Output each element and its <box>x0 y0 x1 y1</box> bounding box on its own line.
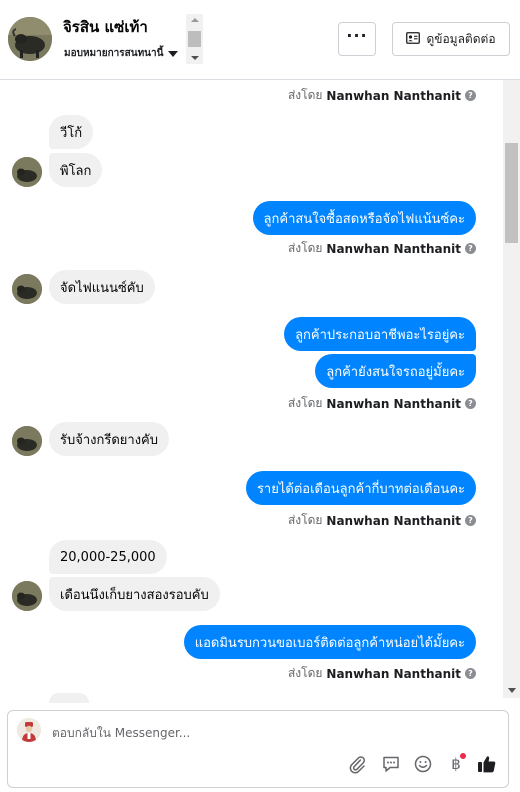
scroll-down-arrow-icon[interactable] <box>508 688 516 693</box>
incoming-message[interactable]: พิโลก <box>49 153 103 187</box>
caret-down-icon <box>168 50 179 57</box>
sender-name: Nanwhan Nanthanit <box>326 396 461 411</box>
outgoing-message[interactable]: ลูกค้ายังสนใจรถอยู่มั้ยคะ <box>315 354 476 388</box>
contact-avatar-small[interactable] <box>12 581 42 611</box>
contact-name[interactable]: จิรสิน แซ่เท้า <box>63 15 148 39</box>
sent-by-prefix: ส่งโดย <box>287 88 323 102</box>
incoming-message[interactable]: วีโก้ <box>49 115 94 149</box>
info-icon[interactable]: ? <box>465 243 476 254</box>
incoming-message[interactable]: รับจ้างกรีดยางคับ <box>49 422 170 456</box>
info-icon[interactable]: ? <box>465 515 476 526</box>
outgoing-message[interactable]: ลูกค้าสนใจซื้อสดหรือจัดไฟแน้นซ์คะ <box>252 201 476 235</box>
assign-conversation-dropdown[interactable]: มอบหมายการสนทนานี้ <box>64 46 179 61</box>
scrollbar-thumb[interactable] <box>188 31 201 47</box>
incoming-message[interactable]: จัดไฟแนนซ์คับ <box>49 270 155 304</box>
sent-by-label: ส่งโดย Nanwhan Nanthanit ? <box>288 239 476 258</box>
outgoing-message[interactable]: รายได้ต่อเดือนลูกค้ากี่บาทต่อเดือนคะ <box>245 471 476 505</box>
paperclip-icon[interactable] <box>346 753 368 775</box>
outgoing-message[interactable]: แอดมินรบกวนขอเบอร์ติดต่อลูกค้าหน่อยได้มั… <box>183 625 476 659</box>
scrollbar-thumb[interactable] <box>505 143 518 243</box>
scroll-down-arrow-icon[interactable] <box>191 56 199 60</box>
conversation-header: จิรสิน แซ่เท้า มอบหมายการสนทนานี้ ··· ดู… <box>0 0 520 80</box>
view-contact-info-button[interactable]: ดูข้อมูลติดต่อ <box>392 22 510 56</box>
info-icon[interactable]: ? <box>465 90 476 101</box>
contact-card-icon <box>406 31 421 47</box>
baht-payment-icon[interactable]: ฿ <box>445 753 467 775</box>
reply-composer: ฿ <box>7 710 509 788</box>
contact-avatar[interactable] <box>8 17 52 61</box>
contact-avatar-small[interactable] <box>12 426 42 456</box>
sender-name: Nanwhan Nanthanit <box>326 666 461 681</box>
reply-input[interactable] <box>52 722 472 744</box>
sent-by-label: ส่งโดย Nanwhan Nanthanit ? <box>288 394 476 413</box>
sender-name: Nanwhan Nanthanit <box>326 241 461 256</box>
contact-avatar-small[interactable] <box>12 274 42 304</box>
sent-by-prefix: ส่งโดย <box>287 513 323 527</box>
notification-dot <box>460 753 466 759</box>
assign-label: มอบหมายการสนทนานี้ <box>64 48 164 59</box>
sender-name: Nanwhan Nanthanit <box>326 88 461 103</box>
partial-message-bubble <box>49 693 89 703</box>
saved-reply-icon[interactable] <box>380 753 402 775</box>
page-avatar <box>17 718 41 742</box>
info-icon[interactable]: ? <box>465 398 476 409</box>
svg-text:฿: ฿ <box>451 755 461 773</box>
sent-by-prefix: ส่งโดย <box>287 241 323 255</box>
incoming-message[interactable]: เดือนนึงเก็บยางสองรอบคับ <box>49 577 220 611</box>
incoming-message[interactable]: 20,000-25,000 <box>49 540 167 574</box>
contact-info-label: ดูข้อมูลติดต่อ <box>426 31 496 46</box>
scroll-up-arrow-icon[interactable] <box>191 18 199 22</box>
outgoing-message[interactable]: ลูกค้าประกอบอาชีพอะไรอยู่คะ <box>284 317 476 351</box>
thumbs-up-icon[interactable] <box>476 753 498 775</box>
sent-by-label: ส่งโดย Nanwhan Nanthanit ? <box>288 511 476 530</box>
sent-by-label: ส่งโดย Nanwhan Nanthanit ? <box>288 86 476 105</box>
info-icon[interactable]: ? <box>465 668 476 679</box>
more-dots-icon: ··· <box>346 26 368 45</box>
emoji-icon[interactable] <box>412 753 434 775</box>
sent-by-prefix: ส่งโดย <box>287 396 323 410</box>
sender-name: Nanwhan Nanthanit <box>326 513 461 528</box>
contact-avatar-small[interactable] <box>12 157 42 187</box>
more-options-button[interactable]: ··· <box>338 22 376 56</box>
sent-by-label: ส่งโดย Nanwhan Nanthanit ? <box>288 664 476 683</box>
sent-by-prefix: ส่งโดย <box>287 666 323 680</box>
header-scrollbar[interactable] <box>186 14 203 64</box>
message-scrollbar[interactable] <box>503 80 520 698</box>
